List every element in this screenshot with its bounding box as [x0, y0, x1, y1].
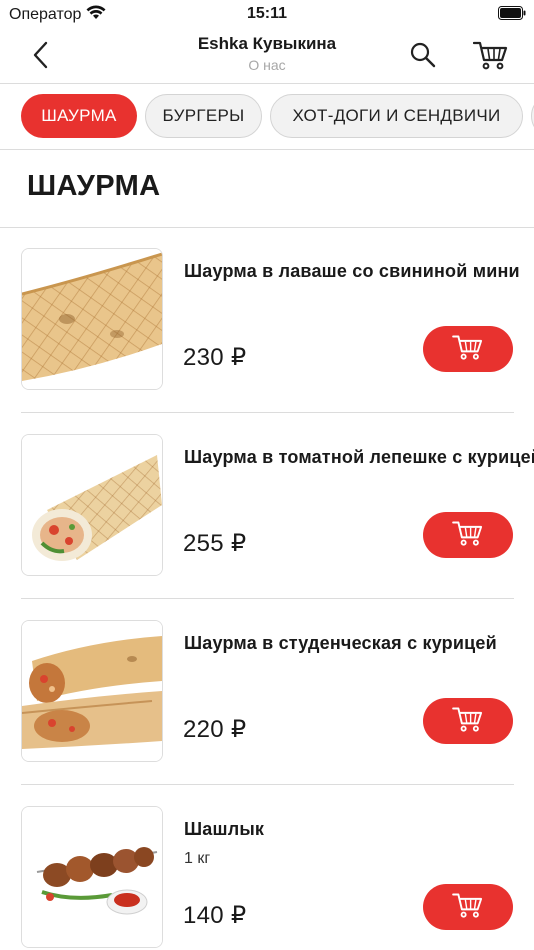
section-title: ШАУРМА: [27, 170, 161, 202]
add-to-cart-button[interactable]: [423, 698, 513, 744]
product-card[interactable]: Шашлык 1 кг 140 ₽: [0, 786, 534, 950]
category-tabs: ШАУРМА БУРГЕРЫ ХОТ-ДОГИ И СЕНДВИЧИ: [0, 83, 534, 150]
product-card[interactable]: Шаурма в лаваше со свининой мини 230 ₽: [0, 228, 534, 414]
product-price: 255 ₽: [183, 530, 247, 557]
divider: [21, 412, 514, 413]
add-to-cart-button[interactable]: [423, 884, 513, 930]
product-name: Шашлык: [184, 819, 265, 839]
cart-icon: [452, 333, 484, 366]
category-tab-shawarma[interactable]: ШАУРМА: [21, 94, 137, 138]
status-bar: Оператор 15:11: [0, 0, 534, 30]
add-to-cart-button[interactable]: [423, 512, 513, 558]
product-name: Шаурма в томатной лепешке с курицей: [184, 447, 534, 467]
shawarma-wrap-image[interactable]: [21, 434, 163, 576]
product-name: Шаурма в лаваше со свининой мини: [184, 261, 520, 281]
navigation-bar: Eshka Кувыкина О нас: [0, 30, 534, 84]
divider: [21, 784, 514, 785]
cart-icon: [452, 891, 484, 924]
cart-icon: [452, 705, 484, 738]
cart-icon[interactable]: [471, 36, 511, 74]
category-tab-burgers[interactable]: БУРГЕРЫ: [145, 94, 262, 138]
nav-title-group[interactable]: Eshka Кувыкина О нас: [0, 34, 534, 73]
product-weight: 1 кг: [184, 850, 211, 867]
product-price: 220 ₽: [183, 716, 247, 743]
menu-screen: Оператор 15:11 Eshka Кувыкина О нас ШАУР…: [0, 0, 534, 950]
about-link[interactable]: О нас: [0, 57, 534, 73]
battery-icon: [498, 6, 526, 25]
product-card[interactable]: Шаурма в студенческая с курицей 220 ₽: [0, 600, 534, 786]
shawarma-roll-image[interactable]: [21, 248, 163, 390]
shawarma-halves-image[interactable]: [21, 620, 163, 762]
search-icon[interactable]: [406, 38, 440, 72]
product-price: 230 ₽: [183, 344, 247, 371]
divider: [21, 598, 514, 599]
restaurant-title: Eshka Кувыкина: [197, 34, 337, 53]
product-name: Шаурма в студенческая с курицей: [184, 633, 497, 653]
add-to-cart-button[interactable]: [423, 326, 513, 372]
shashlik-image[interactable]: [21, 806, 163, 948]
clock: 15:11: [246, 5, 288, 22]
product-card[interactable]: Шаурма в томатной лепешке с курицей 255 …: [0, 414, 534, 600]
category-tab-hotdogs[interactable]: ХОТ-ДОГИ И СЕНДВИЧИ: [270, 94, 523, 138]
cart-icon: [452, 519, 484, 552]
product-price: 140 ₽: [183, 902, 247, 929]
